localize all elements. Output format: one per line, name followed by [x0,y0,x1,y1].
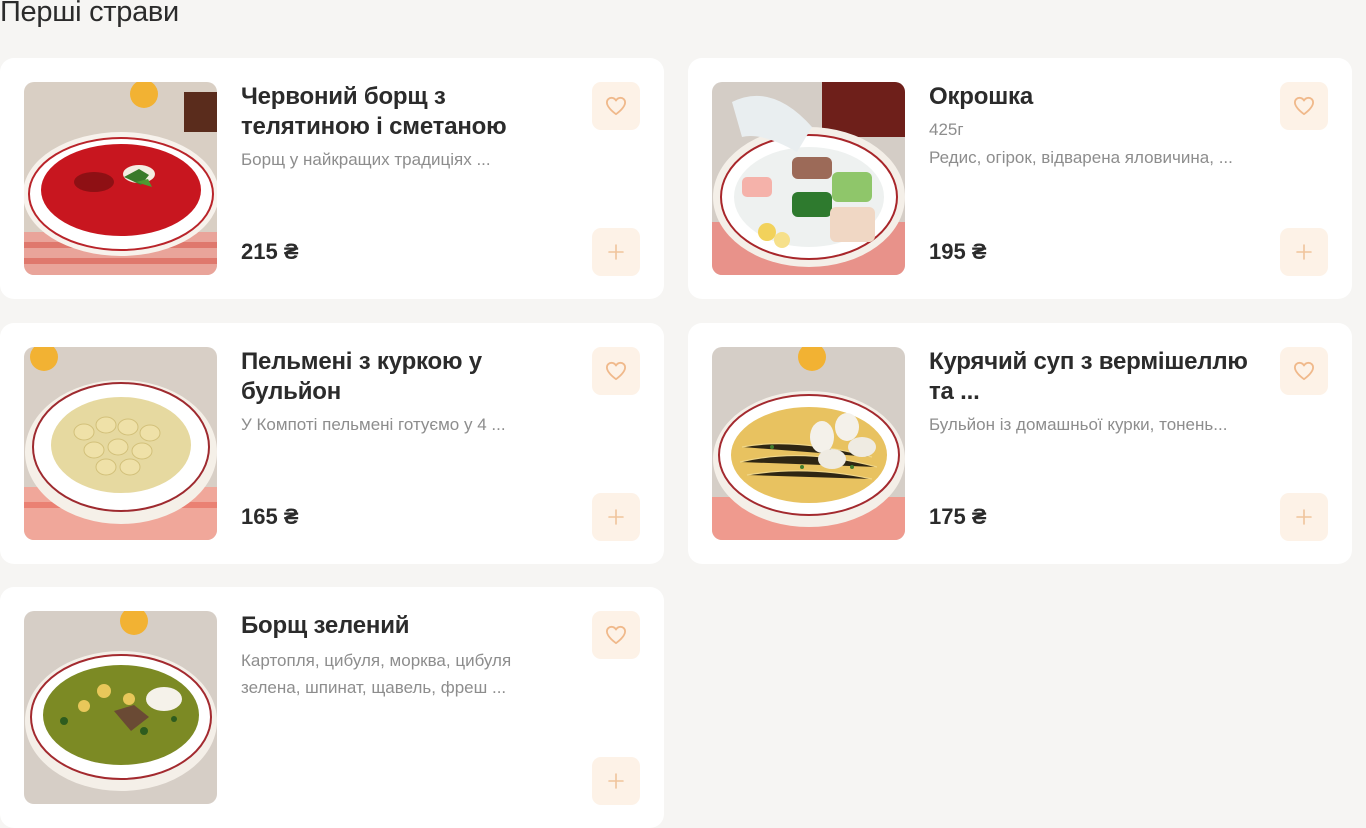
dish-card[interactable]: Окрошка 425г Редис, огірок, відварена ял… [688,58,1352,299]
add-to-cart-button[interactable] [1280,493,1328,541]
dish-description: Борщ у найкращих традиціях ... [241,150,491,169]
dish-photo[interactable] [712,82,905,275]
dish-photo[interactable] [24,611,217,804]
dish-price: 215 ₴ [241,239,299,264]
dish-name[interactable]: Пельмені з куркою у бульйон [241,347,561,407]
dish-name[interactable]: Окрошка [929,82,1249,112]
dish-description: Картопля, цибуля, морква, цибуля зелена,… [241,651,512,697]
dish-photo[interactable] [712,347,905,540]
heart-icon [606,96,626,116]
section-title: Перші страви [0,0,179,28]
dish-card[interactable]: Червоний борщ з телятиною і сметаною Бор… [0,58,664,299]
heart-icon [1293,96,1314,116]
dish-card[interactable]: Курячий суп з вермішеллю та ... Бульйон … [688,323,1352,564]
add-to-cart-button[interactable] [592,493,640,541]
dish-description: У Компоті пельмені готуємо у 4 ... [241,415,506,434]
plus-icon [1296,244,1312,260]
heart-icon [1293,361,1314,381]
dish-weight: 425г [929,120,964,139]
add-to-cart-button[interactable] [1280,228,1328,276]
dish-card[interactable]: Борщ зелений Картопля, цибуля, морква, ц… [0,587,664,828]
favorite-button[interactable] [1280,82,1328,130]
favorite-button[interactable] [592,82,640,130]
dish-description: Бульйон із домашньої курки, тонень... [929,415,1228,434]
add-to-cart-button[interactable] [592,757,640,805]
dish-price: 195 ₴ [929,239,987,264]
dish-name[interactable]: Борщ зелений [241,611,561,641]
plus-icon [608,509,624,525]
heart-icon [606,361,626,381]
dish-name[interactable]: Курячий суп з вермішеллю та ... [929,347,1249,407]
favorite-button[interactable] [592,347,640,395]
add-to-cart-button[interactable] [592,228,640,276]
plus-icon [608,773,624,789]
dish-description: Редис, огірок, відварена яловичина, ... [929,148,1233,167]
favorite-button[interactable] [592,611,640,659]
favorite-button[interactable] [1280,347,1328,395]
plus-icon [608,244,624,260]
dish-card[interactable]: Пельмені з куркою у бульйон У Компоті пе… [0,323,664,564]
dish-photo[interactable] [24,347,217,540]
heart-icon [606,625,626,645]
dish-price: 175 ₴ [929,504,987,529]
dish-photo[interactable] [24,82,217,275]
dish-price: 165 ₴ [241,504,299,529]
dish-name[interactable]: Червоний борщ з телятиною і сметаною [241,82,561,142]
plus-icon [1296,509,1312,525]
